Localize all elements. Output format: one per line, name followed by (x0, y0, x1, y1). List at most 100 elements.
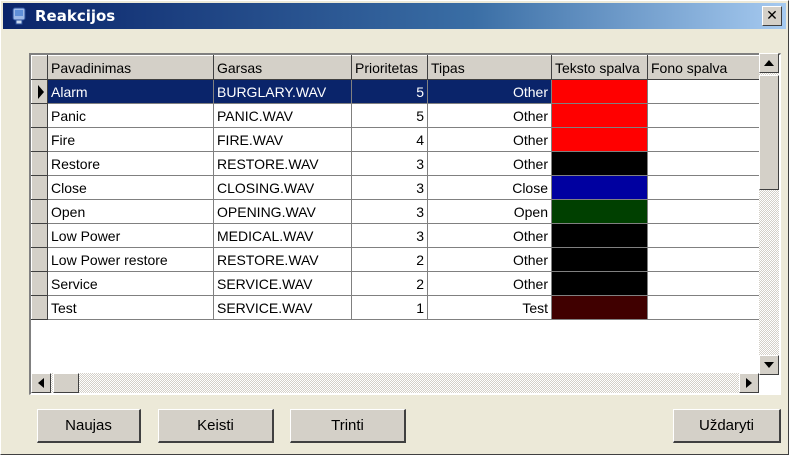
table-row[interactable]: Restore RESTORE.WAV 3 Other (31, 151, 762, 176)
table-row[interactable]: Low Power restore RESTORE.WAV 2 Other (31, 247, 762, 272)
table-row[interactable]: Panic PANIC.WAV 5 Other (31, 103, 762, 128)
cell-text-color-swatch[interactable] (551, 79, 648, 104)
cell-name[interactable]: Fire (47, 127, 214, 152)
cell-priority[interactable]: 3 (351, 199, 428, 224)
column-header-name[interactable]: Pavadinimas (47, 55, 214, 80)
cell-priority[interactable]: 2 (351, 271, 428, 296)
cell-type[interactable]: Close (427, 175, 552, 200)
row-indicator[interactable] (31, 175, 48, 200)
cell-name[interactable]: Panic (47, 103, 214, 128)
cell-sound[interactable]: RESTORE.WAV (213, 247, 352, 272)
horizontal-scrollbar[interactable] (31, 373, 759, 393)
horizontal-scroll-thumb[interactable] (53, 373, 79, 393)
cell-text-color-swatch[interactable] (551, 271, 648, 296)
cell-bg-color-swatch[interactable] (647, 151, 762, 176)
edit-button[interactable]: Keisti (158, 409, 274, 443)
row-indicator[interactable] (31, 199, 48, 224)
cell-bg-color-swatch[interactable] (647, 127, 762, 152)
table-row[interactable]: Fire FIRE.WAV 4 Other (31, 127, 762, 152)
row-indicator[interactable] (31, 271, 48, 296)
row-indicator[interactable] (31, 151, 48, 176)
cell-type[interactable]: Open (427, 199, 552, 224)
cell-priority[interactable]: 3 (351, 151, 428, 176)
cell-name[interactable]: Alarm (47, 79, 214, 104)
table-row[interactable]: Open OPENING.WAV 3 Open (31, 199, 762, 224)
cell-type[interactable]: Other (427, 247, 552, 272)
scroll-up-button[interactable] (759, 53, 779, 73)
column-header-bg-color[interactable]: Fono spalva (647, 55, 762, 80)
cell-bg-color-swatch[interactable] (647, 223, 762, 248)
cell-sound[interactable]: SERVICE.WAV (213, 271, 352, 296)
column-header-text-color[interactable]: Teksto spalva (551, 55, 648, 80)
cell-sound[interactable]: PANIC.WAV (213, 103, 352, 128)
cell-priority[interactable]: 5 (351, 79, 428, 104)
row-indicator[interactable] (31, 247, 48, 272)
row-indicator[interactable] (31, 127, 48, 152)
cell-name[interactable]: Low Power restore (47, 247, 214, 272)
row-indicator[interactable] (31, 223, 48, 248)
cell-bg-color-swatch[interactable] (647, 103, 762, 128)
cell-sound[interactable]: SERVICE.WAV (213, 295, 352, 320)
cell-name[interactable]: Open (47, 199, 214, 224)
cell-text-color-swatch[interactable] (551, 175, 648, 200)
cell-type[interactable]: Other (427, 79, 552, 104)
cell-priority[interactable]: 2 (351, 247, 428, 272)
scroll-down-button[interactable] (759, 355, 779, 375)
cell-text-color-swatch[interactable] (551, 199, 648, 224)
cell-priority[interactable]: 1 (351, 295, 428, 320)
cell-sound[interactable]: FIRE.WAV (213, 127, 352, 152)
cell-name[interactable]: Service (47, 271, 214, 296)
new-button[interactable]: Naujas (37, 409, 141, 443)
table-row[interactable]: Service SERVICE.WAV 2 Other (31, 271, 762, 296)
cell-bg-color-swatch[interactable] (647, 247, 762, 272)
close-window-button[interactable]: ✕ (762, 6, 782, 26)
delete-button[interactable]: Trinti (290, 409, 406, 443)
cell-type[interactable]: Other (427, 103, 552, 128)
column-header-type[interactable]: Tipas (427, 55, 552, 80)
cell-sound[interactable]: BURGLARY.WAV (213, 79, 352, 104)
vertical-scroll-thumb[interactable] (759, 75, 779, 190)
reactions-grid[interactable]: Pavadinimas Garsas Prioritetas Tipas Tek… (29, 53, 781, 395)
cell-priority[interactable]: 4 (351, 127, 428, 152)
cell-name[interactable]: Test (47, 295, 214, 320)
table-row[interactable]: Low Power MEDICAL.WAV 3 Other (31, 223, 762, 248)
cell-sound[interactable]: RESTORE.WAV (213, 151, 352, 176)
close-button[interactable]: Uždaryti (673, 409, 781, 443)
cell-name[interactable]: Close (47, 175, 214, 200)
cell-text-color-swatch[interactable] (551, 247, 648, 272)
cell-sound[interactable]: OPENING.WAV (213, 199, 352, 224)
row-indicator[interactable] (31, 295, 48, 320)
cell-text-color-swatch[interactable] (551, 223, 648, 248)
cell-bg-color-swatch[interactable] (647, 175, 762, 200)
cell-name[interactable]: Low Power (47, 223, 214, 248)
cell-priority[interactable]: 3 (351, 175, 428, 200)
vertical-scrollbar[interactable] (759, 53, 779, 375)
cell-bg-color-swatch[interactable] (647, 271, 762, 296)
cell-bg-color-swatch[interactable] (647, 199, 762, 224)
cell-type[interactable]: Test (427, 295, 552, 320)
cell-text-color-swatch[interactable] (551, 103, 648, 128)
cell-priority[interactable]: 3 (351, 223, 428, 248)
title-bar[interactable]: Reakcijos ✕ (3, 3, 786, 29)
cell-text-color-swatch[interactable] (551, 151, 648, 176)
cell-bg-color-swatch[interactable] (647, 295, 762, 320)
cell-type[interactable]: Other (427, 271, 552, 296)
scroll-right-button[interactable] (739, 373, 759, 393)
cell-type[interactable]: Other (427, 151, 552, 176)
table-row[interactable]: Alarm BURGLARY.WAV 5 Other (31, 79, 762, 104)
row-indicator[interactable] (31, 103, 48, 128)
table-row[interactable]: Close CLOSING.WAV 3 Close (31, 175, 762, 200)
row-indicator[interactable] (31, 79, 48, 104)
cell-sound[interactable]: MEDICAL.WAV (213, 223, 352, 248)
cell-text-color-swatch[interactable] (551, 295, 648, 320)
scroll-left-button[interactable] (31, 373, 51, 393)
cell-sound[interactable]: CLOSING.WAV (213, 175, 352, 200)
cell-priority[interactable]: 5 (351, 103, 428, 128)
cell-name[interactable]: Restore (47, 151, 214, 176)
table-row[interactable]: Test SERVICE.WAV 1 Test (31, 295, 762, 320)
cell-bg-color-swatch[interactable] (647, 79, 762, 104)
column-header-sound[interactable]: Garsas (213, 55, 352, 80)
column-header-priority[interactable]: Prioritetas (351, 55, 428, 80)
cell-type[interactable]: Other (427, 127, 552, 152)
cell-text-color-swatch[interactable] (551, 127, 648, 152)
